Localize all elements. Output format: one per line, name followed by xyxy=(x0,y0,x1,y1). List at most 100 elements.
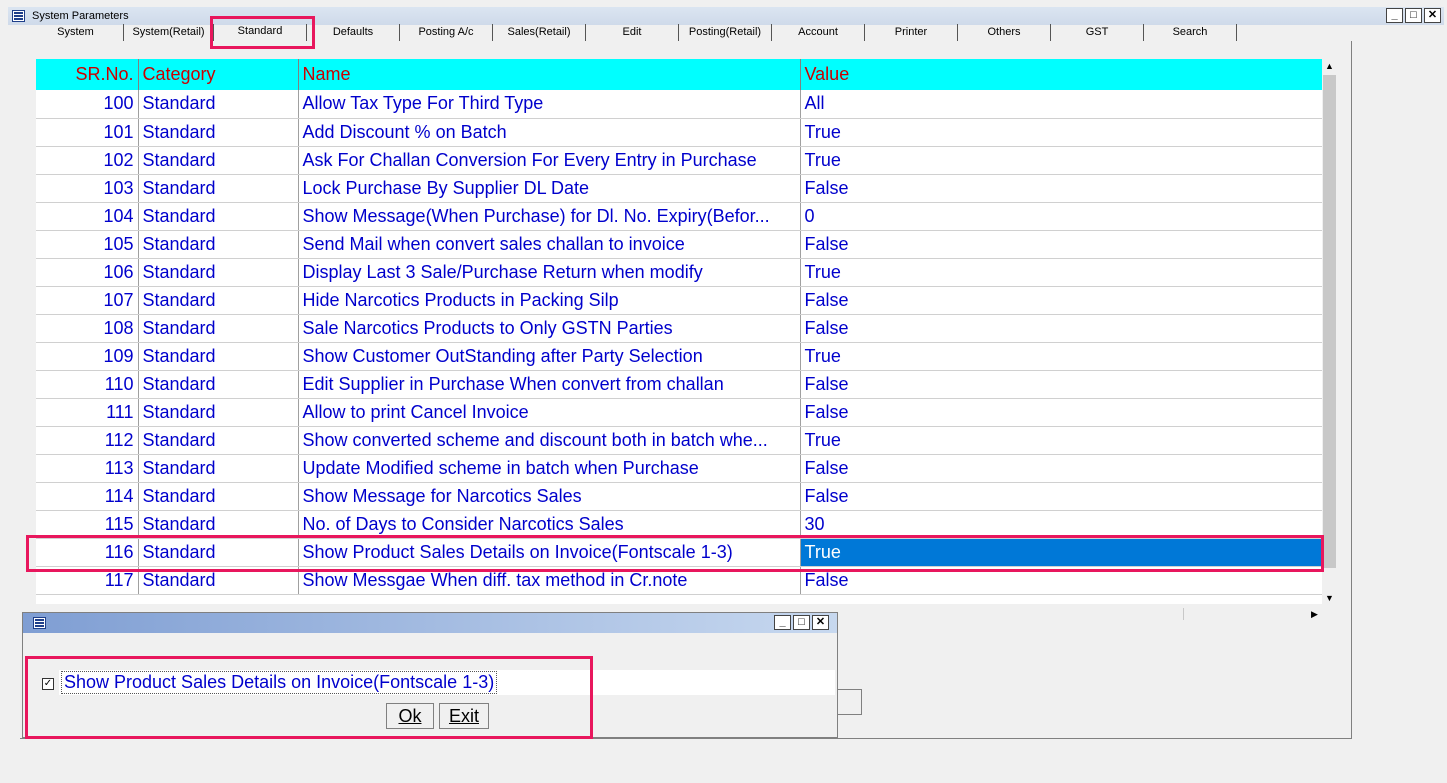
cell-value[interactable]: False xyxy=(800,370,1322,399)
table-row[interactable]: 107 Standard Hide Narcotics Products in Pa… xyxy=(36,286,1322,315)
horizontal-scrollbar[interactable]: ▶ xyxy=(838,606,1322,622)
cell-value[interactable]: False xyxy=(800,314,1322,343)
cell-category: Standard xyxy=(138,174,299,203)
parameters-grid[interactable]: SR.No. Category Name Value 100 Standard Al… xyxy=(36,59,1322,604)
tab-gst[interactable]: GST xyxy=(1051,24,1144,41)
table-row[interactable]: 102 Standard Ask For Challan Conversion Fo… xyxy=(36,146,1322,175)
cell-value[interactable]: 30 xyxy=(800,510,1322,539)
cell-value[interactable]: True xyxy=(800,342,1322,371)
cell-name: Show Message for Narcotics Sales xyxy=(298,482,801,511)
cell-value[interactable]: True xyxy=(800,426,1322,455)
cell-value[interactable]: True xyxy=(800,258,1322,287)
background-button[interactable] xyxy=(838,689,862,715)
scroll-up-icon[interactable]: ▲ xyxy=(1322,59,1337,74)
highlight-dialog xyxy=(25,656,593,739)
vertical-scroll-thumb[interactable] xyxy=(1323,75,1336,568)
dialog-close-button[interactable]: ✕ xyxy=(812,615,829,630)
cell-name: Send Mail when convert sales challan to … xyxy=(298,230,801,259)
table-row[interactable]: 111 Standard Allow to print Cancel Invoice… xyxy=(36,398,1322,427)
tab-system[interactable]: System xyxy=(28,24,124,41)
minimize-button[interactable]: _ xyxy=(1386,8,1403,23)
header-category[interactable]: Category xyxy=(138,59,299,90)
cell-value[interactable]: False xyxy=(800,398,1322,427)
maximize-button[interactable]: □ xyxy=(1405,8,1422,23)
cell-name: Ask For Challan Conversion For Every Ent… xyxy=(298,146,801,175)
cell-value[interactable]: False xyxy=(800,230,1322,259)
cell-sr: 115 xyxy=(36,510,139,539)
cell-name: Edit Supplier in Purchase When convert f… xyxy=(298,370,801,399)
table-row[interactable]: 108 Standard Sale Narcotics Products to On… xyxy=(36,314,1322,343)
cell-sr: 103 xyxy=(36,174,139,203)
cell-value[interactable]: True xyxy=(800,118,1322,147)
close-button[interactable]: ✕ xyxy=(1424,8,1441,23)
cell-name: Show Customer OutStanding after Party Se… xyxy=(298,342,801,371)
cell-value[interactable]: All xyxy=(800,90,1322,119)
cell-value[interactable]: False xyxy=(800,482,1322,511)
cell-category: Standard xyxy=(138,90,299,119)
cell-sr: 113 xyxy=(36,454,139,483)
tab-posting-ac[interactable]: Posting A/c xyxy=(400,24,493,41)
table-row[interactable]: 112 Standard Show converted scheme and dis… xyxy=(36,426,1322,455)
cell-value[interactable]: 0 xyxy=(800,202,1322,231)
cell-sr: 108 xyxy=(36,314,139,343)
table-row[interactable]: 100 Standard Allow Tax Type For Third Type… xyxy=(36,90,1322,119)
scroll-down-icon[interactable]: ▼ xyxy=(1322,591,1337,606)
cell-name: No. of Days to Consider Narcotics Sales xyxy=(298,510,801,539)
tab-edit[interactable]: Edit xyxy=(586,24,679,41)
cell-name: Allow to print Cancel Invoice xyxy=(298,398,801,427)
cell-name: Display Last 3 Sale/Purchase Return when… xyxy=(298,258,801,287)
dialog-maximize-button[interactable]: □ xyxy=(793,615,810,630)
horizontal-scroll-thumb[interactable] xyxy=(838,608,1184,620)
cell-sr: 102 xyxy=(36,146,139,175)
tab-others[interactable]: Others xyxy=(958,24,1051,41)
table-row[interactable]: 109 Standard Show Customer OutStanding aft… xyxy=(36,342,1322,371)
header-value[interactable]: Value xyxy=(800,59,1322,90)
header-sr-no[interactable]: SR.No. xyxy=(36,59,139,90)
tab-posting-retail[interactable]: Posting(Retail) xyxy=(679,24,772,41)
window-controls: _ □ ✕ xyxy=(1386,8,1441,23)
cell-value[interactable]: False xyxy=(800,174,1322,203)
dialog-window-controls: _ □ ✕ xyxy=(774,615,829,630)
cell-category: Standard xyxy=(138,146,299,175)
table-row[interactable]: 104 Standard Show Message(When Purchase) f… xyxy=(36,202,1322,231)
table-row[interactable]: 114 Standard Show Message for Narcotics Sa… xyxy=(36,482,1322,511)
cell-name: Lock Purchase By Supplier DL Date xyxy=(298,174,801,203)
table-row[interactable]: 113 Standard Update Modified scheme in bat… xyxy=(36,454,1322,483)
cell-name: Show converted scheme and discount both … xyxy=(298,426,801,455)
cell-category: Standard xyxy=(138,510,299,539)
cell-category: Standard xyxy=(138,370,299,399)
cell-category: Standard xyxy=(138,202,299,231)
cell-value[interactable]: True xyxy=(800,146,1322,175)
cell-category: Standard xyxy=(138,258,299,287)
tab-search[interactable]: Search xyxy=(1144,24,1237,41)
cell-sr: 101 xyxy=(36,118,139,147)
table-row[interactable]: 103 Standard Lock Purchase By Supplier DL … xyxy=(36,174,1322,203)
table-row[interactable]: 106 Standard Display Last 3 Sale/Purchase … xyxy=(36,258,1322,287)
tab-defaults[interactable]: Defaults xyxy=(307,24,400,41)
scroll-right-icon[interactable]: ▶ xyxy=(1307,606,1322,622)
tab-system-retail[interactable]: System(Retail) xyxy=(124,24,214,41)
table-row[interactable]: 110 Standard Edit Supplier in Purchase Whe… xyxy=(36,370,1322,399)
cell-value[interactable]: False xyxy=(800,286,1322,315)
dialog-minimize-button[interactable]: _ xyxy=(774,615,791,630)
table-row[interactable]: 101 Standard Add Discount % on Batch True xyxy=(36,118,1322,147)
cell-name: Update Modified scheme in batch when Pur… xyxy=(298,454,801,483)
tab-account[interactable]: Account xyxy=(772,24,865,41)
cell-category: Standard xyxy=(138,230,299,259)
cell-value[interactable]: False xyxy=(800,454,1322,483)
cell-sr: 100 xyxy=(36,90,139,119)
vertical-scrollbar[interactable]: ▲ ▼ xyxy=(1322,59,1337,606)
parameters-table: SR.No. Category Name Value 100 Standard Al… xyxy=(36,59,1322,595)
cell-category: Standard xyxy=(138,482,299,511)
window-menu-icon[interactable] xyxy=(12,10,25,22)
table-row[interactable]: 115 Standard No. of Days to Consider Narco… xyxy=(36,510,1322,539)
table-row[interactable]: 105 Standard Send Mail when convert sales … xyxy=(36,230,1322,259)
dialog-menu-icon[interactable] xyxy=(33,617,46,629)
window-title: System Parameters xyxy=(32,10,129,22)
tab-sales-retail[interactable]: Sales(Retail) xyxy=(493,24,586,41)
cell-name: Sale Narcotics Products to Only GSTN Par… xyxy=(298,314,801,343)
cell-sr: 106 xyxy=(36,258,139,287)
cell-category: Standard xyxy=(138,342,299,371)
tab-printer[interactable]: Printer xyxy=(865,24,958,41)
header-name[interactable]: Name xyxy=(298,59,801,90)
